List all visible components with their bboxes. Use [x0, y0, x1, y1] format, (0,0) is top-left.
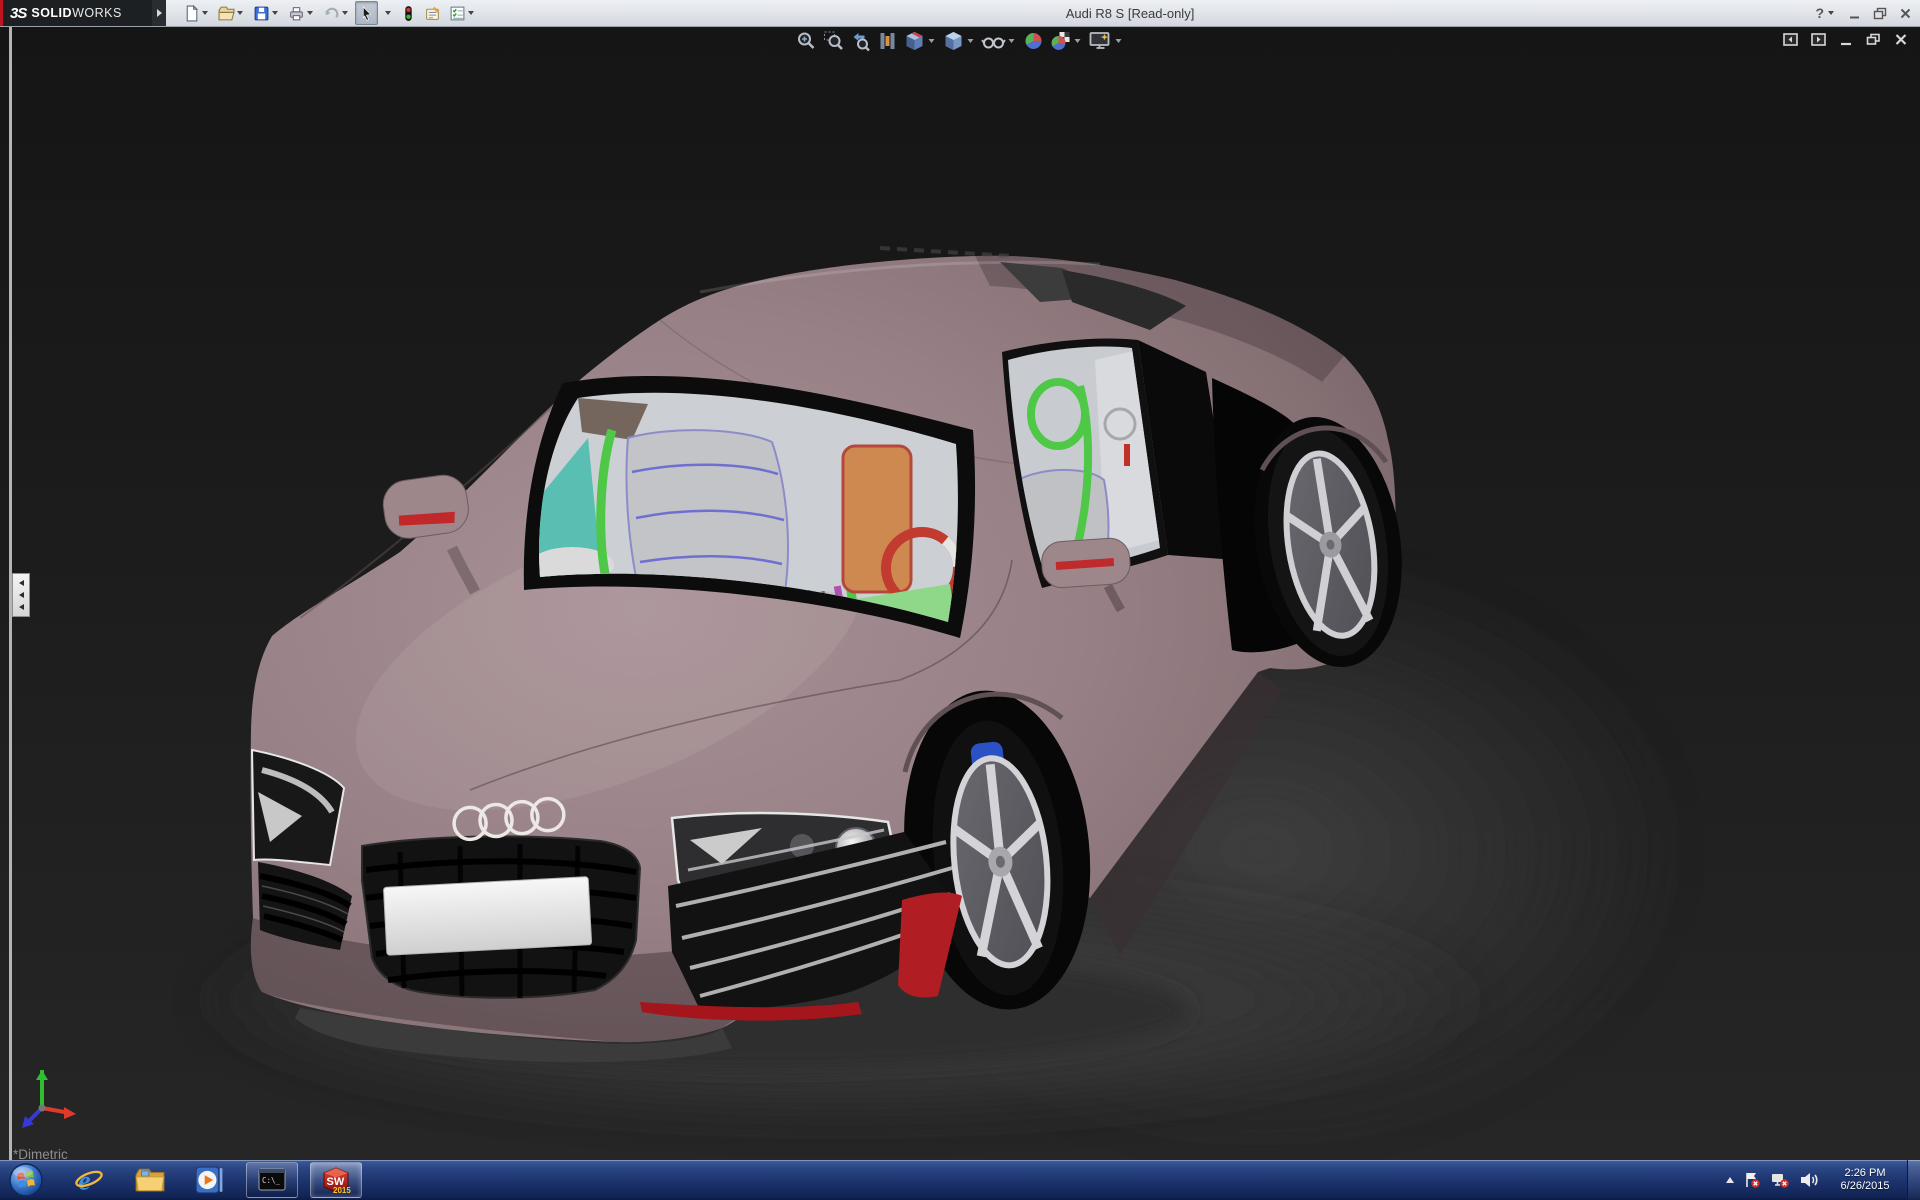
- save-floppy-icon: [254, 6, 269, 20]
- undo-icon: [325, 7, 339, 18]
- doc-close-button[interactable]: [1894, 33, 1908, 46]
- media-player-button[interactable]: [194, 1163, 224, 1197]
- apply-scene-button[interactable]: [1049, 29, 1085, 53]
- view-settings-icon: [1089, 32, 1110, 49]
- titlebar: 3S SOLIDWORKS Audi R8 S [Read-only] ?: [0, 0, 1920, 27]
- clock-time: 2:26 PM: [1844, 1167, 1886, 1179]
- document-window-controls: [1783, 33, 1908, 46]
- seatback-orange-panel: [841, 444, 913, 594]
- clock-date: 6/26/2015: [1840, 1180, 1890, 1192]
- view-orientation-label: *Dimetric: [13, 1147, 68, 1160]
- collapse-pane-left-button[interactable]: [1783, 33, 1798, 46]
- hide-show-items-button[interactable]: [981, 29, 1019, 53]
- section-view-button[interactable]: [876, 29, 900, 53]
- start-button[interactable]: [8, 1163, 44, 1197]
- doc-restore-button[interactable]: [1866, 33, 1881, 46]
- select-dropdown[interactable]: [380, 1, 396, 25]
- graphics-viewport[interactable]: *Dimetric: [0, 26, 1920, 1160]
- open-folder-icon: [218, 6, 235, 20]
- brand-red-edge: [0, 0, 3, 26]
- print-icon: [290, 6, 303, 20]
- zoom-to-area-button[interactable]: [822, 29, 846, 53]
- media-player-icon: [195, 1166, 223, 1194]
- select-cursor-icon: [362, 5, 372, 21]
- new-document-icon: [186, 4, 199, 21]
- view-orientation-button[interactable]: [903, 29, 939, 53]
- window-controls: ?: [1815, 0, 1912, 26]
- svg-text:e: e: [78, 1166, 90, 1195]
- display-states-icon: [405, 5, 412, 21]
- taskbar-clock[interactable]: 2:26 PM 6/26/2015: [1829, 1167, 1901, 1193]
- window-title: Audi R8 S [Read-only]: [1065, 5, 1195, 21]
- show-hidden-icons-button[interactable]: [1726, 1177, 1734, 1183]
- minimize-button[interactable]: [1848, 7, 1861, 20]
- section-view-icon: [880, 33, 895, 49]
- select-button[interactable]: [355, 1, 378, 25]
- zoom-to-area-icon: [824, 31, 843, 50]
- solidworks-logo: 3S SOLIDWORKS: [0, 0, 152, 26]
- previous-view-icon: [853, 33, 870, 52]
- apply-scene-icon: [1051, 32, 1070, 50]
- display-style-cube-icon: [945, 32, 962, 50]
- network-error-icon[interactable]: [1770, 1171, 1790, 1189]
- new-document-button[interactable]: [180, 1, 213, 25]
- internet-explorer-button[interactable]: e: [74, 1163, 104, 1197]
- print-button[interactable]: [285, 1, 318, 25]
- save-button[interactable]: [250, 1, 283, 25]
- windows-explorer-button[interactable]: [134, 1163, 166, 1197]
- solidworks-taskbar-button[interactable]: SW 2015: [310, 1162, 362, 1198]
- command-prompt-button[interactable]: C:\_: [246, 1162, 298, 1198]
- zoom-to-fit-icon: [798, 32, 815, 49]
- view-settings-button[interactable]: [1088, 29, 1126, 53]
- 3ds-logo-icon: 3S: [10, 4, 27, 22]
- brand-name: SOLIDWORKS: [31, 6, 122, 20]
- volume-icon[interactable]: [1799, 1171, 1819, 1189]
- menu-expand-arrow[interactable]: [152, 0, 166, 26]
- previous-view-button[interactable]: [849, 29, 873, 53]
- reference-triad: [22, 1070, 76, 1128]
- cmd-prompt-text: C:\_: [262, 1176, 281, 1185]
- doc-minimize-button[interactable]: [1839, 33, 1853, 46]
- comment-button[interactable]: [421, 1, 444, 25]
- solidworks-2015-icon: SW 2015: [323, 1167, 351, 1195]
- collapse-pane-right-button[interactable]: [1811, 33, 1826, 46]
- feature-pane-collapse-tab[interactable]: [12, 573, 30, 617]
- display-states-button[interactable]: [398, 1, 419, 25]
- svg-text:2015: 2015: [333, 1186, 351, 1195]
- action-center-icon[interactable]: [1743, 1171, 1761, 1189]
- folder-icon: [135, 1168, 165, 1192]
- close-button[interactable]: [1899, 7, 1912, 20]
- windows-taskbar: e C:\_ SW 2015 2:26 PM 6/26/2015: [0, 1160, 1920, 1200]
- start-orb-icon: [9, 1163, 43, 1197]
- internet-explorer-icon: e: [75, 1166, 103, 1195]
- options-list-icon: [450, 6, 465, 20]
- eyeglasses-icon: [981, 37, 1006, 49]
- undo-button[interactable]: [320, 1, 353, 25]
- appearance-ball-icon: [1025, 33, 1042, 49]
- license-plate[interactable]: [383, 876, 593, 956]
- show-desktop-button[interactable]: [1907, 1160, 1920, 1200]
- view-orientation-cube-icon: [906, 32, 923, 50]
- open-button[interactable]: [215, 1, 248, 25]
- edit-appearance-button[interactable]: [1022, 29, 1046, 53]
- help-button[interactable]: ?: [1815, 5, 1836, 21]
- headsup-view-toolbar: [795, 29, 1126, 53]
- command-prompt-icon: C:\_: [258, 1168, 286, 1191]
- system-tray: 2:26 PM 6/26/2015: [1726, 1160, 1920, 1200]
- zoom-to-fit-button[interactable]: [795, 29, 819, 53]
- restore-button[interactable]: [1873, 7, 1887, 20]
- display-style-button[interactable]: [942, 29, 978, 53]
- main-toolbar: [180, 1, 479, 25]
- comment-note-icon: [426, 6, 440, 20]
- model-3d-canvas[interactable]: [0, 26, 1920, 1160]
